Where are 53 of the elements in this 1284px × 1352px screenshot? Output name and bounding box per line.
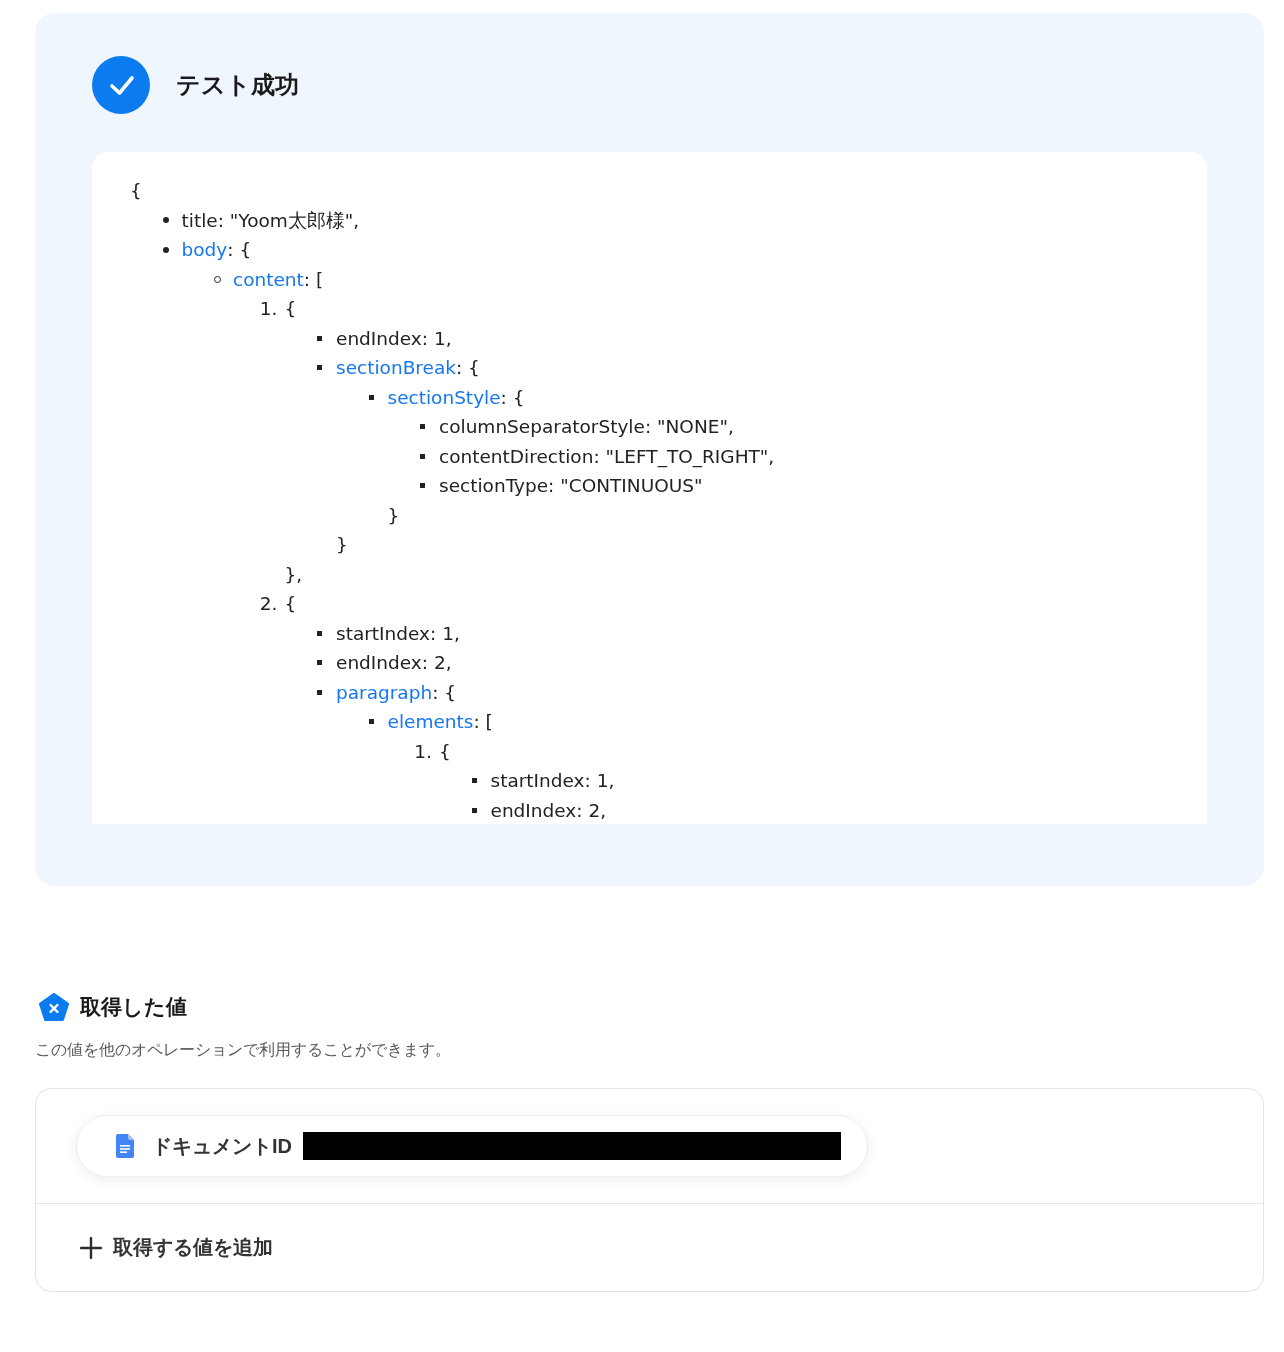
json-field-text: endIndex: 1, bbox=[336, 327, 452, 349]
bullet-icon bbox=[162, 217, 169, 224]
square-bullet-icon bbox=[317, 689, 322, 695]
json-key-link[interactable]: body bbox=[181, 239, 228, 261]
brace-text: { bbox=[284, 298, 297, 320]
panel-title: テスト成功 bbox=[176, 70, 299, 100]
json-field-text: startIndex: 1, bbox=[336, 622, 460, 644]
json-punctuation: : { bbox=[455, 357, 480, 379]
square-bullet-icon bbox=[420, 424, 425, 430]
square-bullet-icon bbox=[317, 335, 322, 341]
json-punctuation: : { bbox=[432, 681, 457, 703]
square-bullet-icon bbox=[317, 630, 322, 636]
list-number: 2. bbox=[259, 593, 278, 615]
value-label: ドキュメントID bbox=[152, 1133, 292, 1159]
square-bullet-icon bbox=[471, 807, 477, 813]
list-number: 1. bbox=[414, 740, 432, 762]
square-bullet-icon bbox=[368, 719, 374, 725]
brace-text: { bbox=[439, 740, 451, 762]
json-field-text: title: "Yoom太郎様", bbox=[181, 208, 360, 233]
square-bullet-icon bbox=[420, 453, 425, 459]
document-icon bbox=[116, 1134, 134, 1158]
json-field-text: endIndex: 2, bbox=[336, 652, 452, 674]
json-field-text: contentDirection: "LEFT_TO_RIGHT", bbox=[439, 445, 775, 467]
bullet-icon bbox=[162, 246, 169, 253]
brace-text: } bbox=[336, 534, 348, 556]
json-field-text: startIndex: 1, bbox=[490, 770, 615, 792]
json-key-link[interactable]: sectionStyle bbox=[387, 386, 501, 408]
brace-text: } bbox=[387, 504, 400, 526]
json-punctuation: : [ bbox=[303, 268, 324, 290]
json-punctuation: : { bbox=[500, 386, 525, 408]
add-value-button[interactable]: 取得する値を追加 bbox=[80, 1234, 273, 1261]
json-punctuation: : [ bbox=[473, 711, 493, 733]
square-bullet-icon bbox=[471, 778, 477, 784]
json-field-text: endIndex: 2, bbox=[490, 799, 607, 821]
json-field-text: sectionType: "CONTINUOUS" bbox=[439, 475, 703, 497]
brace-text: }, bbox=[284, 563, 303, 585]
section-title: 取得した値 bbox=[80, 994, 187, 1020]
square-bullet-icon bbox=[317, 660, 322, 666]
json-key-link[interactable]: content bbox=[233, 268, 304, 290]
section-description: この値を他のオペレーションで利用することができます。 bbox=[35, 1040, 451, 1060]
json-key-link[interactable]: elements bbox=[387, 711, 474, 733]
square-bullet-icon bbox=[420, 483, 425, 489]
plus-icon bbox=[80, 1236, 102, 1259]
json-punctuation: : { bbox=[227, 239, 252, 261]
json-field-text: columnSeparatorStyle: "NONE", bbox=[439, 416, 734, 438]
brace-text: { bbox=[284, 593, 297, 615]
square-bullet-icon bbox=[317, 365, 322, 371]
list-number: 1. bbox=[259, 298, 278, 320]
json-key-link[interactable]: sectionBreak bbox=[336, 357, 456, 379]
brace-text: { bbox=[130, 180, 142, 202]
square-bullet-icon bbox=[368, 394, 374, 400]
json-key-link[interactable]: paragraph bbox=[336, 681, 433, 703]
pentagon-x-icon bbox=[38, 992, 70, 1022]
